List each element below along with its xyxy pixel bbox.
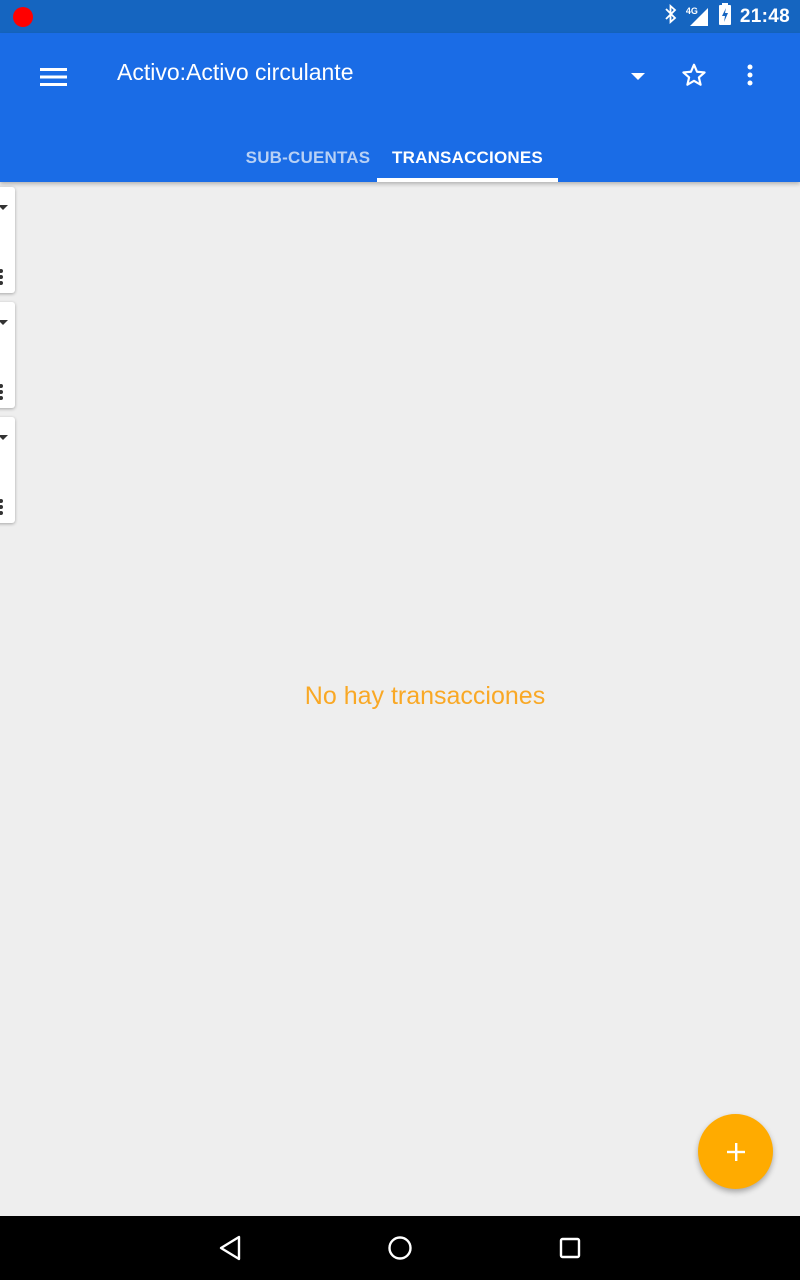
account-card-stub[interactable] [0,417,15,523]
account-card-stub[interactable] [0,302,15,408]
home-icon [388,1236,412,1260]
signal-icon: 4G [686,6,710,28]
menu-button[interactable] [28,53,80,101]
tab-indicator [377,178,558,182]
record-icon [13,7,33,27]
status-icons: 4G 21:48 [664,0,790,33]
back-icon [219,1235,241,1261]
chevron-down-icon [0,320,8,325]
more-vert-icon[interactable] [0,267,3,285]
account-dropdown-button[interactable] [620,57,656,97]
bluetooth-icon [664,3,678,29]
tab-sub-cuentas[interactable]: SUB-CUENTAS [238,133,378,182]
app-bar: Activo:Activo circulante SUB-CUENTAS TRA… [0,33,800,182]
account-card-stub[interactable] [0,187,15,293]
navigation-bar [0,1216,800,1280]
more-vert-icon[interactable] [0,382,3,400]
screen: 4G 21:48 Activo:Activo circulante SUB-CU… [0,0,800,1280]
dropdown-arrow-icon [631,73,645,80]
chevron-down-icon [0,205,8,210]
tab-bar: SUB-CUENTAS TRANSACCIONES [0,133,800,182]
empty-state-message: No hay transacciones [304,682,546,710]
recents-icon [559,1237,581,1259]
add-icon [726,1142,745,1161]
recents-button[interactable] [540,1228,600,1268]
status-bar: 4G 21:48 [0,0,800,33]
tab-transacciones[interactable]: TRANSACCIONES [377,133,558,182]
back-button[interactable] [200,1228,260,1268]
status-time: 21:48 [739,5,790,27]
home-button[interactable] [370,1228,430,1268]
favorite-button[interactable] [672,53,716,97]
more-vert-icon[interactable] [0,497,3,515]
menu-icon [40,68,67,86]
add-transaction-button[interactable] [698,1114,773,1189]
more-options-button[interactable] [730,53,770,97]
battery-charging-icon [718,3,732,30]
star-outline-icon [682,63,706,86]
chevron-down-icon [0,435,8,440]
account-title[interactable]: Activo:Activo circulante [117,59,353,86]
more-vert-icon [747,64,753,86]
